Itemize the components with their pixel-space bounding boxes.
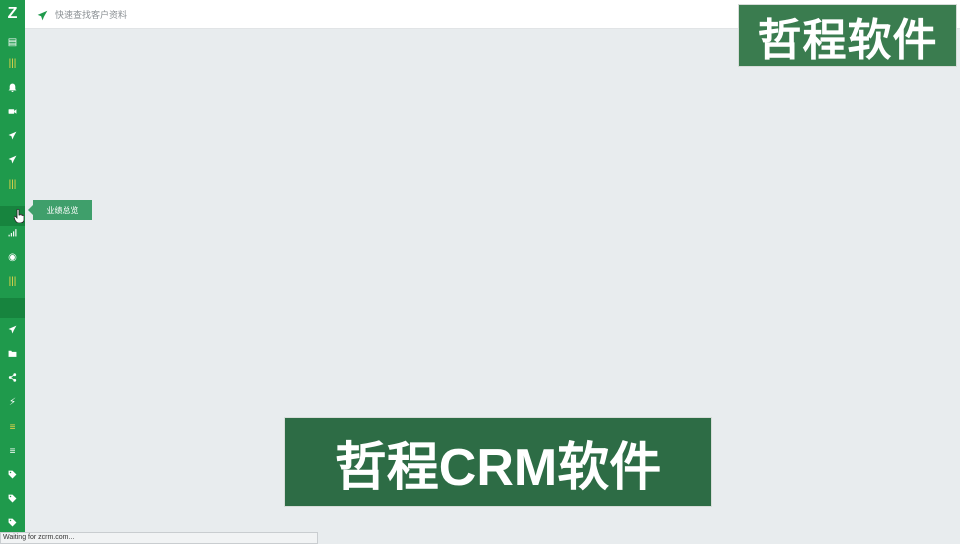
sidebar-item-video[interactable] <box>0 104 25 122</box>
logo[interactable]: Z <box>0 0 25 27</box>
sidebar-item-tag-2[interactable] <box>0 491 25 509</box>
share-icon <box>8 373 17 385</box>
sidebar-tooltip: 业绩总览 <box>28 200 92 220</box>
sidebar-item-group-1[interactable]: ||| <box>0 55 25 73</box>
sidebar-item-group-2[interactable]: ||| <box>0 176 25 194</box>
status-bar: Waiting for zcrm.com... <box>0 532 318 544</box>
sidebar: Z ▤ ||| ||| ◉ ||| ⚡ ≡ ≡ <box>0 0 25 544</box>
sidebar-item-share[interactable] <box>0 370 25 388</box>
tag-icon <box>8 470 17 482</box>
sidebar-item-group-3[interactable]: ||| <box>0 273 25 291</box>
sidebar-item-bolt[interactable]: ⚡ <box>0 394 25 412</box>
bolt-icon: ⚡ <box>8 397 17 408</box>
sidebar-item-tag-1[interactable] <box>0 467 25 485</box>
bars-icon: ||| <box>8 276 17 287</box>
sidebar-item-group-4[interactable]: ≡ <box>0 419 25 437</box>
bell-icon <box>8 83 17 95</box>
target-icon: ◉ <box>8 252 17 263</box>
sidebar-item-send-1[interactable] <box>0 128 25 146</box>
dashboard-icon: ▤ <box>7 37 18 48</box>
sidebar-item-blank[interactable] <box>0 298 25 318</box>
bars-icon: ≡ <box>9 422 16 433</box>
paper-plane-icon[interactable] <box>37 8 48 21</box>
bars-icon: ||| <box>8 179 17 190</box>
sidebar-item-folder[interactable] <box>0 346 25 364</box>
sidebar-item-list[interactable]: ≡ <box>0 443 25 461</box>
sidebar-item-send-3[interactable] <box>0 322 25 340</box>
quick-search-input[interactable]: 快速查找客户资料 <box>55 8 127 21</box>
sidebar-item-dashboard[interactable]: ▤ <box>0 34 25 52</box>
bars-icon: ||| <box>8 58 17 69</box>
paper-plane-icon <box>8 325 17 337</box>
sidebar-item-target[interactable]: ◉ <box>0 249 25 267</box>
hand-cursor-icon <box>14 209 24 223</box>
paper-plane-icon <box>8 131 17 143</box>
signal-icon <box>8 228 17 240</box>
paper-plane-icon <box>8 155 17 167</box>
video-icon <box>8 107 17 119</box>
watermark-bottom: 哲程CRM软件 <box>284 417 712 507</box>
tag-icon <box>8 518 17 530</box>
sidebar-item-send-2[interactable] <box>0 152 25 170</box>
tag-icon <box>8 494 17 506</box>
sidebar-item-signal[interactable] <box>0 225 25 243</box>
list-icon: ≡ <box>9 446 16 457</box>
sidebar-item-notifications[interactable] <box>0 80 25 98</box>
folder-icon <box>8 349 17 361</box>
sidebar-item-tag-3[interactable] <box>0 515 25 533</box>
watermark-top: 哲程软件 <box>738 4 957 67</box>
